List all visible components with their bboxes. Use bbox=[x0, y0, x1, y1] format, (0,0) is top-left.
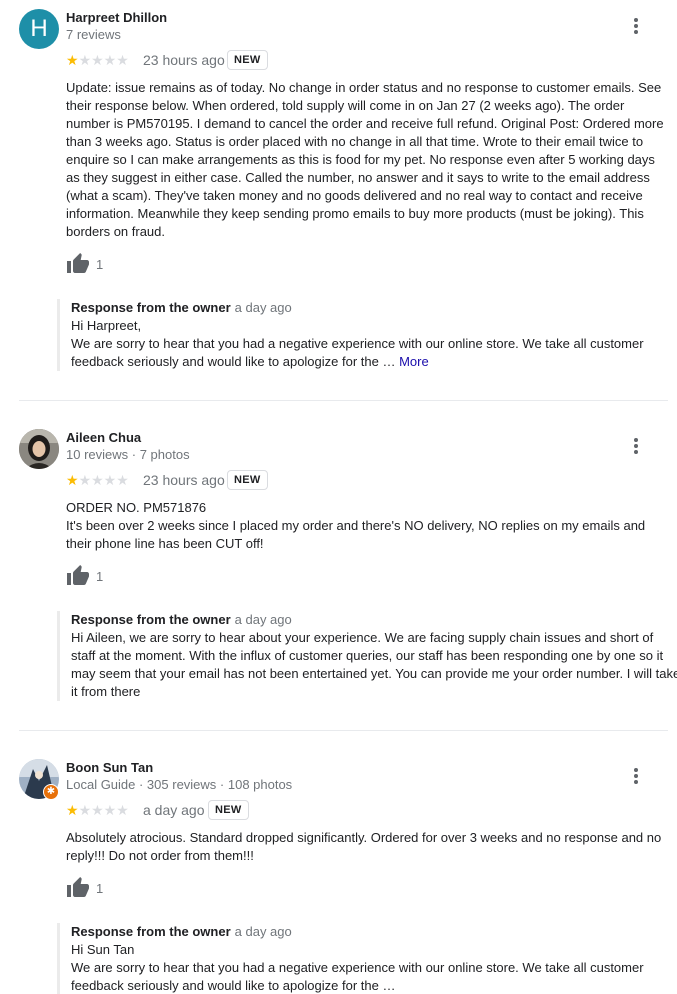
reviewer-name[interactable]: Aileen Chua bbox=[66, 430, 141, 445]
new-badge: NEW bbox=[227, 470, 268, 490]
new-badge: NEW bbox=[227, 50, 268, 70]
star-icon: ★★★★ bbox=[78, 52, 129, 68]
reviewer-name[interactable]: Boon Sun Tan bbox=[66, 760, 153, 775]
divider bbox=[19, 400, 668, 401]
like-count: 1 bbox=[96, 569, 104, 584]
reviewer-meta: Local Guide · 305 reviews · 108 photos bbox=[66, 777, 293, 792]
like-count: 1 bbox=[96, 881, 104, 896]
review-time: 23 hours ago bbox=[143, 472, 225, 488]
thumb-up-icon[interactable] bbox=[66, 252, 90, 276]
avatar[interactable]: H bbox=[19, 9, 59, 49]
response-title: Response from the owner bbox=[71, 612, 231, 627]
review-time: a day ago bbox=[143, 802, 205, 818]
owner-response: Response from the owner a day ago Hi Aile… bbox=[57, 611, 677, 701]
divider bbox=[19, 730, 668, 731]
star-rating: ★★★★★ bbox=[66, 52, 129, 68]
response-text: We are sorry to hear that you had a nega… bbox=[71, 960, 644, 993]
thumb-up-icon[interactable] bbox=[66, 876, 90, 900]
local-guide-badge-icon: ✱ bbox=[43, 784, 59, 800]
more-options-button[interactable] bbox=[628, 436, 644, 456]
review-text-wrap: ORDER NO. PM571876 It's been over 2 week… bbox=[66, 499, 670, 553]
response-text: We are sorry to hear that you had a nega… bbox=[71, 336, 644, 369]
review-text: It's been over 2 weeks since I placed my… bbox=[66, 518, 646, 551]
response-time: a day ago bbox=[234, 300, 292, 315]
more-link[interactable]: More bbox=[399, 354, 429, 369]
avatar[interactable] bbox=[19, 429, 59, 469]
order-number-line: ORDER NO. PM571876 bbox=[66, 500, 207, 515]
more-options-button[interactable] bbox=[628, 16, 644, 36]
reviewer-name[interactable]: Harpreet Dhillon bbox=[66, 10, 167, 25]
star-rating: ★★★★★ bbox=[66, 472, 129, 488]
star-icon: ★ bbox=[66, 472, 79, 488]
more-options-button[interactable] bbox=[628, 766, 644, 786]
thumb-up-icon[interactable] bbox=[66, 564, 90, 588]
reviewer-meta: 7 reviews bbox=[66, 27, 121, 42]
star-icon: ★★★★ bbox=[78, 802, 129, 818]
response-title: Response from the owner bbox=[71, 300, 231, 315]
response-greeting: Hi Harpreet, bbox=[71, 318, 142, 333]
response-greeting: Hi Sun Tan bbox=[71, 942, 135, 957]
review-text: Absolutely atrocious. Standard dropped s… bbox=[66, 830, 662, 863]
star-icon: ★ bbox=[66, 52, 79, 68]
review-time: 23 hours ago bbox=[143, 52, 225, 68]
new-badge: NEW bbox=[208, 800, 249, 820]
response-title: Response from the owner bbox=[71, 924, 231, 939]
star-rating: ★★★★★ bbox=[66, 802, 129, 818]
review-text: Update: issue remains as of today. No ch… bbox=[66, 80, 664, 239]
response-time: a day ago bbox=[234, 924, 292, 939]
star-icon: ★ bbox=[66, 802, 79, 818]
reviewer-meta: 10 reviews · 7 photos bbox=[66, 447, 190, 462]
response-text: Hi Aileen, we are sorry to hear about yo… bbox=[71, 630, 677, 699]
response-time: a day ago bbox=[234, 612, 292, 627]
owner-response: Response from the owner a day ago Hi Harp… bbox=[57, 299, 677, 371]
like-count: 1 bbox=[96, 257, 104, 272]
owner-response: Response from the owner a day ago Hi Sun … bbox=[57, 923, 677, 994]
response-text-wrap: We are sorry to hear that you had a nega… bbox=[71, 335, 677, 371]
star-icon: ★★★★ bbox=[78, 472, 129, 488]
